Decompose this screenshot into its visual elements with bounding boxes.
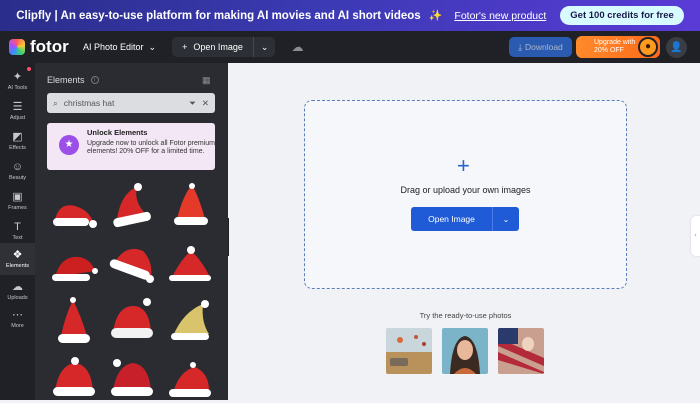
rail-label: Text — [12, 235, 23, 241]
rail-label: Beauty — [8, 175, 27, 181]
panel-title: Elements i — [47, 75, 99, 85]
get-credits-button[interactable]: Get 100 credits for free — [560, 6, 684, 25]
rail-item-ai-tools[interactable]: ✦ AI Tools — [0, 65, 35, 97]
promo-banner[interactable]: Clipfly | An easy-to-use platform for ma… — [0, 0, 700, 31]
uploads-icon: ☁ — [12, 281, 23, 293]
upload-dropzone[interactable]: + Drag or upload your own images Open Im… — [304, 100, 627, 289]
upgrade-button[interactable]: Upgrade with 20% OFF ● — [576, 36, 660, 58]
left-tool-rail: ✦ AI Tools ☰ Adjust ◩ Effects ☺ Beauty ▣ Fram… — [0, 63, 35, 400]
sparkle-icon: ✨ — [428, 10, 443, 22]
dropzone-text: Drag or upload your own images — [400, 185, 531, 195]
sample-photo-balloons[interactable] — [386, 328, 432, 374]
ai-tools-icon: ✦ — [12, 71, 23, 83]
christmas-hat-element[interactable] — [107, 351, 157, 401]
rail-item-more[interactable]: ⋯ More — [0, 303, 35, 335]
panel-title-text: Elements — [47, 75, 85, 85]
download-button[interactable]: ⤓ Download — [509, 37, 572, 57]
download-label: Download — [524, 42, 563, 52]
download-icon: ⤓ — [518, 41, 522, 52]
rail-item-elements[interactable]: ❖ Elements — [0, 243, 35, 275]
elements-icon: ❖ — [12, 249, 23, 261]
frames-icon: ▣ — [12, 191, 23, 203]
rail-label: Adjust — [9, 115, 26, 121]
christmas-hat-element[interactable] — [49, 186, 99, 236]
christmas-hat-element[interactable] — [165, 241, 215, 291]
rail-label: Frames — [8, 205, 27, 211]
elements-panel: Elements i ▦ ⌕ christmas hat ⏷ ✕ ★ Unloc… — [35, 63, 264, 403]
open-image-button[interactable]: Open Image ⌄ — [411, 207, 519, 231]
search-icon: ⌕ — [53, 97, 58, 108]
banner-link[interactable]: Fotor's new product — [454, 10, 546, 22]
beauty-icon: ☺ — [11, 161, 24, 173]
unlock-title: Unlock Elements — [87, 128, 148, 137]
banner-headline: Clipfly | An easy-to-use platform for ma… — [16, 9, 421, 22]
christmas-hat-element[interactable] — [165, 181, 215, 231]
christmas-hat-element[interactable] — [165, 353, 215, 403]
christmas-hat-element[interactable] — [107, 296, 157, 346]
fotor-logo-icon — [9, 39, 25, 55]
text-icon: T — [14, 221, 21, 233]
top-toolbar: fotor AI Photo Editor ⌄ + Open Image ⌄ ☁… — [0, 31, 700, 63]
christmas-hat-element[interactable] — [107, 181, 157, 231]
search-input[interactable]: ⌕ christmas hat ⏷ ✕ — [47, 93, 215, 113]
crown-icon: ★ — [59, 135, 79, 155]
rail-item-frames[interactable]: ▣ Frames — [0, 185, 35, 217]
pumpkin-icon: ● — [638, 37, 658, 57]
rail-label: Effects — [9, 145, 26, 151]
chevron-down-icon[interactable]: ⌄ — [254, 42, 276, 53]
rail-label: Uploads — [7, 295, 28, 301]
chevron-down-icon: ⌄ — [148, 41, 157, 52]
more-icon: ⋯ — [12, 309, 23, 321]
filter-icon[interactable]: ⏷ — [189, 98, 196, 109]
plus-icon: + — [182, 42, 188, 52]
christmas-hat-element[interactable] — [107, 239, 157, 289]
sample-photo-flag[interactable] — [498, 328, 544, 374]
open-image-label: Open Image — [193, 42, 243, 52]
sample-photos-label: Try the ready-to-use photos — [419, 311, 512, 320]
rail-label: More — [11, 323, 24, 329]
effects-icon: ◩ — [12, 131, 23, 143]
open-image-label: Open Image — [411, 207, 493, 231]
avatar[interactable]: 👤 — [666, 37, 687, 58]
rail-label: Elements — [6, 263, 29, 269]
adjust-icon: ☰ — [12, 101, 23, 113]
chevron-down-icon[interactable]: ⌄ — [493, 207, 519, 231]
rail-item-effects[interactable]: ◩ Effects — [0, 125, 35, 157]
fotor-logo[interactable]: fotor — [9, 37, 73, 57]
right-panel-handle[interactable]: ‹ — [691, 216, 700, 256]
info-icon[interactable]: i — [90, 76, 99, 84]
editor-selector[interactable]: AI Photo Editor ⌄ — [83, 42, 156, 53]
christmas-hat-element[interactable] — [49, 296, 99, 346]
christmas-hat-element[interactable] — [49, 351, 99, 401]
logo-text: fotor — [30, 37, 69, 56]
plus-icon: + — [457, 153, 470, 178]
grid-view-icon[interactable]: ▦ — [202, 75, 211, 86]
editor-label: AI Photo Editor — [83, 42, 144, 52]
rail-item-adjust[interactable]: ☰ Adjust — [0, 95, 35, 127]
sample-photo-portrait[interactable] — [442, 328, 488, 374]
christmas-hat-element[interactable] — [49, 241, 99, 291]
open-image-toolbar-button[interactable]: + Open Image ⌄ — [172, 37, 276, 57]
rail-item-beauty[interactable]: ☺ Beauty — [0, 155, 35, 187]
christmas-hat-element[interactable] — [165, 296, 215, 346]
close-icon[interactable]: ✕ — [202, 98, 209, 109]
unlock-elements-card[interactable]: ★ Unlock Elements Upgrade now to unlock … — [47, 123, 215, 170]
cloud-icon[interactable]: ☁ — [291, 40, 303, 54]
search-query[interactable]: christmas hat — [64, 98, 183, 108]
rail-label: AI Tools — [7, 85, 28, 91]
unlock-body: Upgrade now to unlock all Fotor premium … — [87, 139, 216, 156]
